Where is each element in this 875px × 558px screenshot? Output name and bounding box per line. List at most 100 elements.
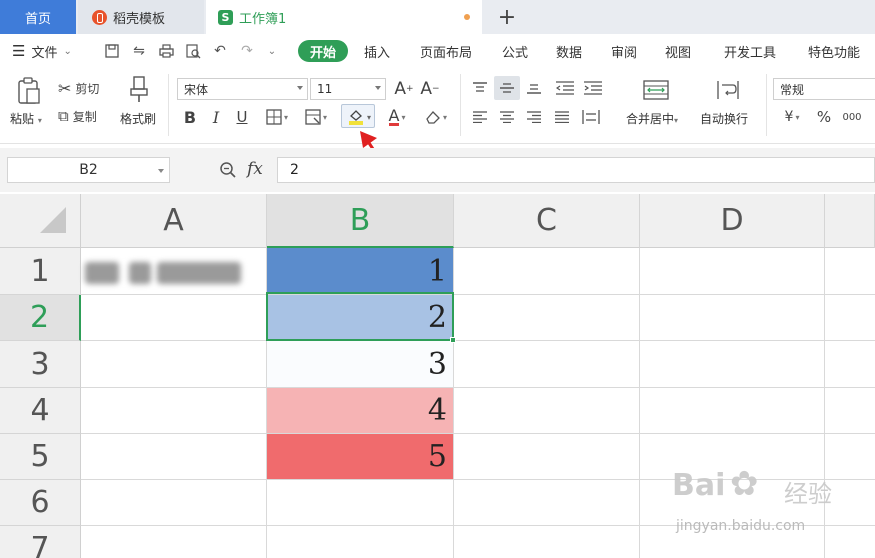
- decrease-indent-icon[interactable]: [554, 78, 576, 98]
- distribute-icon[interactable]: [580, 106, 602, 128]
- format-painter-icon[interactable]: [124, 74, 154, 104]
- save-icon[interactable]: [104, 43, 120, 59]
- row-header-3[interactable]: 3: [0, 341, 81, 388]
- column-header-c[interactable]: C: [454, 194, 640, 248]
- row-header-5[interactable]: 5: [0, 434, 81, 480]
- row-header-4[interactable]: 4: [0, 388, 81, 434]
- menu-developer[interactable]: 开发工具: [724, 34, 776, 68]
- font-size-select[interactable]: 11: [310, 78, 386, 100]
- menu-insert[interactable]: 插入: [364, 34, 390, 68]
- cell-c2[interactable]: [454, 295, 640, 341]
- copy-button[interactable]: ⧉ 复制: [58, 106, 97, 126]
- underline-icon[interactable]: U: [232, 106, 252, 128]
- cell-c5[interactable]: [454, 434, 640, 480]
- italic-icon[interactable]: I: [206, 106, 226, 128]
- cell-style-icon[interactable]: ▾: [300, 106, 332, 128]
- redo-icon[interactable]: ↷: [239, 43, 255, 59]
- menu-formulas[interactable]: 公式: [502, 34, 528, 68]
- align-bottom-icon[interactable]: [524, 78, 544, 98]
- merge-center-button[interactable]: 合并居中▾: [626, 110, 678, 127]
- cell-d1[interactable]: [640, 248, 825, 295]
- increase-font-icon[interactable]: A +: [394, 78, 414, 100]
- row-header-1[interactable]: 1: [0, 248, 81, 295]
- currency-button[interactable]: ¥ ▾: [778, 106, 806, 128]
- tab-home[interactable]: 首页: [0, 0, 76, 34]
- cell-a4[interactable]: [81, 388, 267, 434]
- row-header-7[interactable]: 7: [0, 526, 81, 558]
- export-pdf-icon[interactable]: ⇋: [131, 43, 147, 59]
- cell-c3[interactable]: [454, 341, 640, 388]
- menu-special[interactable]: 特色功能: [808, 34, 860, 68]
- cell-d3[interactable]: [640, 341, 825, 388]
- align-left-icon[interactable]: [470, 106, 490, 128]
- cell-b4[interactable]: 4: [267, 388, 454, 434]
- align-center-icon[interactable]: [497, 106, 517, 128]
- print-icon[interactable]: [158, 43, 174, 59]
- clear-format-icon[interactable]: ▾: [420, 106, 452, 128]
- fill-color-icon[interactable]: ▾: [343, 106, 375, 128]
- cell-d2[interactable]: [640, 295, 825, 341]
- tab-docer-templates[interactable]: 稻壳模板: [78, 0, 204, 34]
- function-icon[interactable]: fx: [247, 159, 263, 179]
- menu-view[interactable]: 视图: [665, 34, 691, 68]
- tab-workbook[interactable]: S 工作簿1: [206, 0, 482, 34]
- select-all-corner[interactable]: [0, 194, 81, 248]
- column-header-d[interactable]: D: [640, 194, 825, 248]
- cell-c6[interactable]: [454, 480, 640, 526]
- decrease-font-icon[interactable]: A −: [420, 78, 440, 100]
- menu-home[interactable]: 开始: [298, 40, 349, 62]
- column-header-a[interactable]: A: [81, 194, 267, 248]
- column-header-b[interactable]: B: [267, 194, 454, 248]
- menu-page-layout[interactable]: 页面布局: [420, 34, 472, 68]
- formula-input[interactable]: 2: [277, 157, 875, 183]
- menu-data[interactable]: 数据: [556, 34, 582, 68]
- cell-b6[interactable]: [267, 480, 454, 526]
- name-box[interactable]: B2: [7, 157, 170, 183]
- column-header-e[interactable]: [825, 194, 875, 248]
- print-preview-icon[interactable]: [185, 43, 201, 59]
- cell-c1[interactable]: [454, 248, 640, 295]
- cell-a7[interactable]: [81, 526, 267, 558]
- paste-icon[interactable]: [14, 76, 44, 106]
- file-menu[interactable]: ☰ 文件 ⌄: [12, 34, 72, 68]
- font-color-icon[interactable]: A ▾: [382, 106, 412, 128]
- cell-e1[interactable]: [825, 248, 875, 295]
- percent-button[interactable]: %: [814, 106, 834, 128]
- new-tab-button[interactable]: +: [492, 0, 522, 34]
- merge-center-icon[interactable]: [642, 78, 670, 102]
- cell-b1[interactable]: 1: [267, 248, 454, 295]
- cell-b2[interactable]: 2: [267, 295, 454, 341]
- cell-c4[interactable]: [454, 388, 640, 434]
- fill-handle[interactable]: [450, 337, 456, 343]
- thousands-separator-button[interactable]: 000: [840, 106, 864, 128]
- cell-e2[interactable]: [825, 295, 875, 341]
- auto-wrap-icon[interactable]: [714, 78, 742, 102]
- number-format-select[interactable]: 常规: [773, 78, 875, 100]
- cell-d4[interactable]: [640, 388, 825, 434]
- cell-b3[interactable]: 3: [267, 341, 454, 388]
- quick-access-dropdown-icon[interactable]: ⌄: [264, 43, 280, 59]
- increase-indent-icon[interactable]: [582, 78, 604, 98]
- undo-icon[interactable]: ↶: [212, 43, 228, 59]
- zoom-search-icon[interactable]: [219, 161, 237, 182]
- auto-wrap-button[interactable]: 自动换行: [700, 110, 748, 127]
- row-header-6[interactable]: 6: [0, 480, 81, 526]
- cell-e3[interactable]: [825, 341, 875, 388]
- menu-review[interactable]: 审阅: [611, 34, 637, 68]
- align-top-icon[interactable]: [470, 78, 490, 98]
- cell-e4[interactable]: [825, 388, 875, 434]
- cell-a3[interactable]: [81, 341, 267, 388]
- align-middle-icon[interactable]: [494, 76, 520, 100]
- align-right-icon[interactable]: [524, 106, 544, 128]
- bold-icon[interactable]: B: [180, 106, 200, 128]
- font-name-select[interactable]: 宋体: [177, 78, 308, 100]
- cut-button[interactable]: ✂ 剪切: [58, 78, 99, 98]
- borders-icon[interactable]: ▾: [262, 106, 292, 128]
- cell-a5[interactable]: [81, 434, 267, 480]
- justify-icon[interactable]: [552, 106, 572, 128]
- cell-b7[interactable]: [267, 526, 454, 558]
- row-header-2[interactable]: 2: [0, 295, 81, 341]
- cell-b5[interactable]: 5: [267, 434, 454, 480]
- cell-c7[interactable]: [454, 526, 640, 558]
- cell-a2[interactable]: [81, 295, 267, 341]
